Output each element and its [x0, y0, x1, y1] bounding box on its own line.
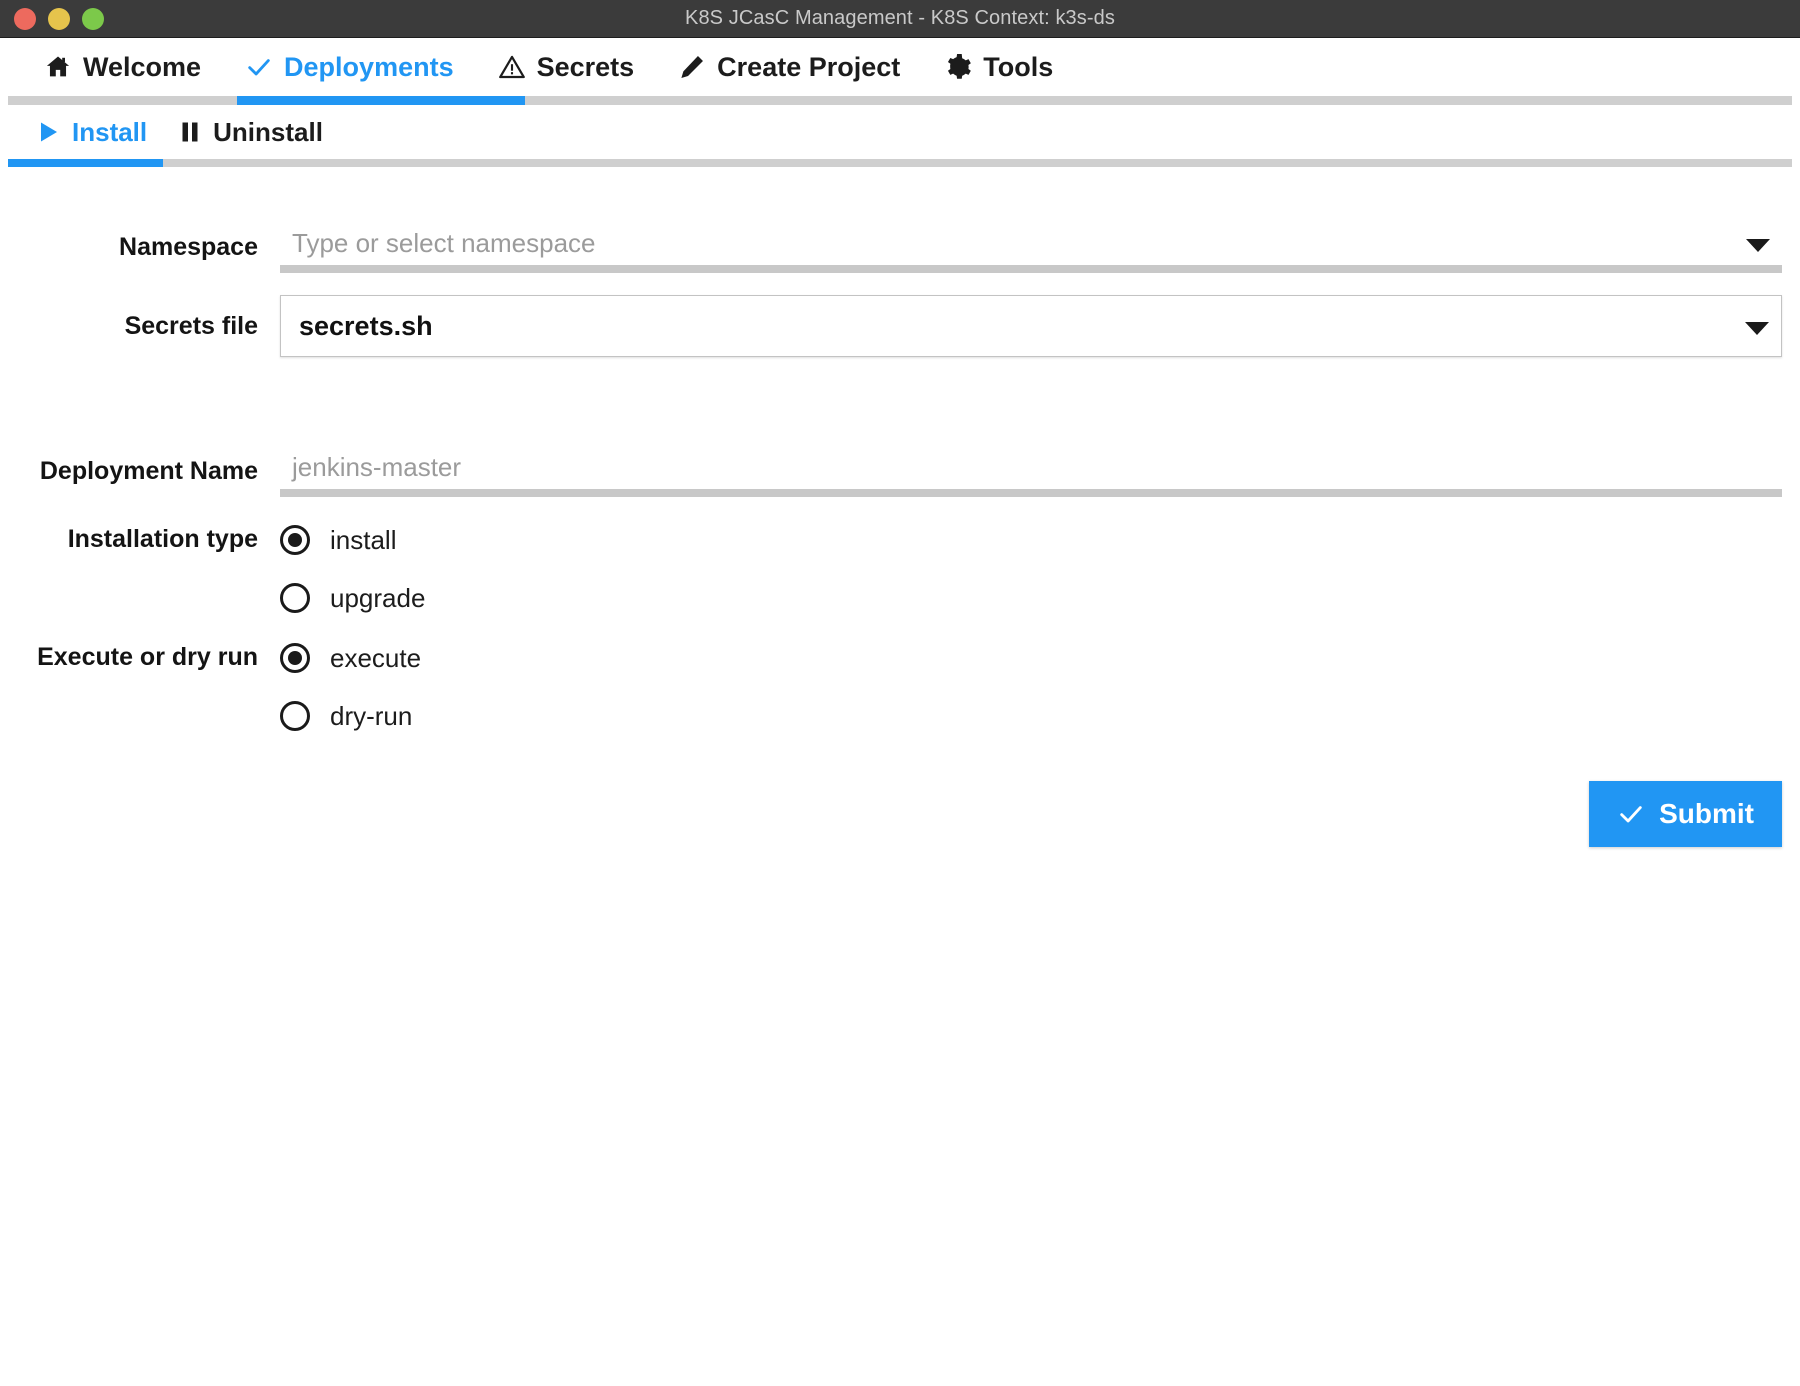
tab-welcome-label: Welcome [83, 51, 202, 82]
pencil-icon [678, 53, 706, 81]
radio-install-label: install [330, 524, 397, 555]
radio-execute[interactable]: execute [280, 633, 1782, 683]
pause-icon [179, 119, 201, 145]
deployment-name-input[interactable]: jenkins-master [280, 445, 1782, 497]
tab-tools-label: Tools [983, 51, 1054, 82]
window-titlebar: K8S JCasC Management - K8S Context: k3s-… [0, 0, 1800, 38]
main-tab-underline-active [237, 96, 525, 105]
subtab-install-label: Install [72, 116, 148, 147]
installation-type-label: Installation type [67, 525, 258, 553]
deployment-name-placeholder: jenkins-master [292, 451, 462, 482]
radio-install[interactable]: install [280, 515, 1782, 565]
minimize-button[interactable] [48, 7, 70, 30]
main-tabbar: Welcome Deployments Secrets Create Proje… [0, 38, 1800, 105]
window-title: K8S JCasC Management - K8S Context: k3s-… [685, 7, 1115, 29]
tab-create-project[interactable]: Create Project [656, 38, 922, 96]
secrets-file-value: secrets.sh [299, 310, 433, 341]
gear-icon [944, 53, 972, 81]
play-icon [38, 119, 60, 145]
subtab-uninstall[interactable]: Uninstall [163, 105, 339, 159]
radio-dry-run-indicator[interactable] [280, 701, 310, 731]
tab-deployments-label: Deployments [284, 51, 454, 82]
close-button[interactable] [14, 7, 36, 30]
tab-secrets[interactable]: Secrets [476, 38, 657, 96]
execute-or-dry-run-group: Execute or dry run execute dry-run [0, 633, 1800, 741]
radio-execute-indicator[interactable] [280, 643, 310, 673]
secrets-file-label: Secrets file [124, 311, 258, 340]
chevron-down-icon[interactable] [1745, 322, 1769, 335]
tab-deployments[interactable]: Deployments [223, 38, 476, 96]
secrets-file-select[interactable]: secrets.sh [280, 295, 1782, 357]
execute-or-dry-run-label: Execute or dry run [37, 643, 258, 671]
sub-tabbar: Install Uninstall [0, 105, 1800, 167]
tab-tools[interactable]: Tools [922, 38, 1075, 96]
form-row-execute-or-dry-run: Execute or dry run execute dry-run [0, 633, 1800, 741]
submit-button[interactable]: Submit [1589, 781, 1782, 847]
namespace-input[interactable]: Type or select namespace [280, 221, 1782, 273]
chevron-down-icon[interactable] [1746, 239, 1770, 252]
deployment-name-label: Deployment Name [39, 456, 258, 485]
tab-secrets-label: Secrets [536, 51, 635, 82]
radio-upgrade[interactable]: upgrade [280, 573, 1782, 623]
radio-upgrade-indicator[interactable] [280, 583, 310, 613]
tab-welcome[interactable]: Welcome [22, 38, 223, 96]
namespace-label: Namespace [119, 232, 258, 261]
radio-upgrade-label: upgrade [330, 582, 426, 613]
radio-dry-run[interactable]: dry-run [280, 691, 1782, 741]
form-spacer [0, 357, 1800, 445]
subtab-install[interactable]: Install [22, 105, 163, 159]
radio-execute-label: execute [330, 642, 422, 673]
namespace-placeholder: Type or select namespace [292, 227, 596, 258]
tab-create-project-label: Create Project [717, 51, 901, 82]
submit-button-label: Submit [1659, 798, 1754, 829]
check-icon [1617, 800, 1645, 828]
submit-row: Submit [0, 751, 1800, 847]
installation-type-group: Installation type install upgrade [0, 515, 1800, 623]
zoom-button[interactable] [82, 7, 104, 30]
form-row-namespace: Namespace Type or select namespace [0, 221, 1800, 273]
check-icon [245, 53, 273, 81]
form-row-secrets-file: Secrets file secrets.sh [0, 295, 1800, 357]
main-tab-underline-track [8, 96, 1792, 105]
install-form: Namespace Type or select namespace Secre… [0, 159, 1800, 847]
window-controls [0, 7, 104, 30]
home-icon [44, 53, 72, 81]
form-row-deployment-name: Deployment Name jenkins-master [0, 445, 1800, 497]
warning-icon [498, 53, 526, 81]
radio-dry-run-label: dry-run [330, 700, 413, 731]
subtab-uninstall-label: Uninstall [213, 116, 323, 147]
radio-install-indicator[interactable] [280, 525, 310, 555]
form-row-installation-type: Installation type install upgrade [0, 515, 1800, 623]
